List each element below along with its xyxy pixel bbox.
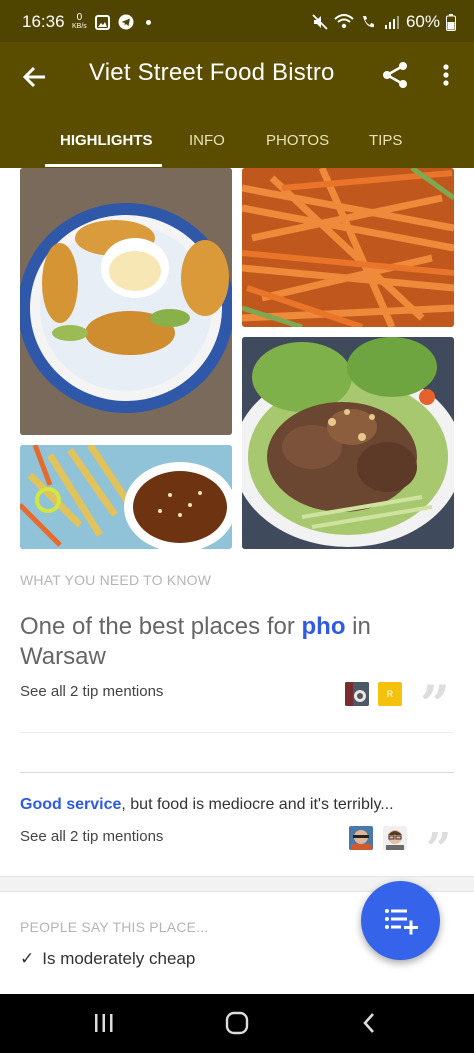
tab-bar: HIGHLIGHTS INFO PHOTOS TIPS [0,126,474,168]
more-vert-icon[interactable] [436,60,456,90]
signal-icon [384,16,399,29]
mute-icon [312,14,328,30]
tab-highlights[interactable]: HIGHLIGHTS [60,132,153,149]
divider [20,732,454,733]
dot-icon [145,19,151,25]
arrow-back-icon[interactable] [20,62,50,92]
tip-highlight: pho [301,613,346,640]
share-icon[interactable] [380,60,410,90]
page-title: Viet Street Food Bistro [89,59,335,86]
add-to-list-icon [385,909,418,935]
avatar [349,826,373,850]
section-label-people-say: PEOPLE SAY THIS PLACE... [20,919,209,935]
avatar: R [378,682,402,706]
recent-apps-icon[interactable] [93,1012,115,1034]
section-label-what-you-need: WHAT YOU NEED TO KNOW [20,572,212,588]
quote-icon: ” [420,675,450,736]
wifi-icon [334,14,354,29]
app-bar: Viet Street Food Bistro HIGHLIGHTS INFO … [0,42,474,168]
add-to-list-button[interactable] [361,881,440,960]
tab-photos[interactable]: PHOTOS [266,132,329,149]
tab-info[interactable]: INFO [189,132,225,149]
see-tip-mentions-link[interactable]: See all 2 tip mentions [20,683,163,700]
divider [20,772,454,773]
status-bar: 16:36 0 KB/s 60% [0,0,474,42]
tip-good-service[interactable]: Good service, but food is mediocre and i… [20,796,394,814]
tab-tips[interactable]: TIPS [369,132,402,149]
people-say-item: ✓ Is moderately cheap [20,949,196,968]
avatar [345,682,369,706]
home-icon[interactable] [225,1011,249,1035]
network-speed-indicator: 0 KB/s [72,12,87,31]
tab-indicator [45,164,162,167]
battery-icon [446,13,456,31]
system-nav-bar [0,994,474,1053]
telegram-icon [118,14,134,30]
status-time: 16:36 [22,12,65,31]
check-icon: ✓ [20,949,35,968]
see-tip-mentions-link[interactable]: See all 2 tip mentions [20,828,163,845]
call-icon [362,16,374,28]
photo-spring-rolls[interactable] [20,445,232,549]
photo-potato-spirals[interactable] [20,168,232,435]
photo-carrot-salad[interactable] [242,168,454,327]
avatar [383,826,407,850]
back-nav-icon[interactable] [360,1011,378,1035]
gallery-icon [94,14,110,30]
quote-icon: ” [426,824,452,875]
photo-beef-noodle-salad[interactable] [242,337,454,549]
tip-best-places[interactable]: One of the best places for pho in Warsaw [20,612,440,672]
battery-percent: 60% [405,12,440,31]
